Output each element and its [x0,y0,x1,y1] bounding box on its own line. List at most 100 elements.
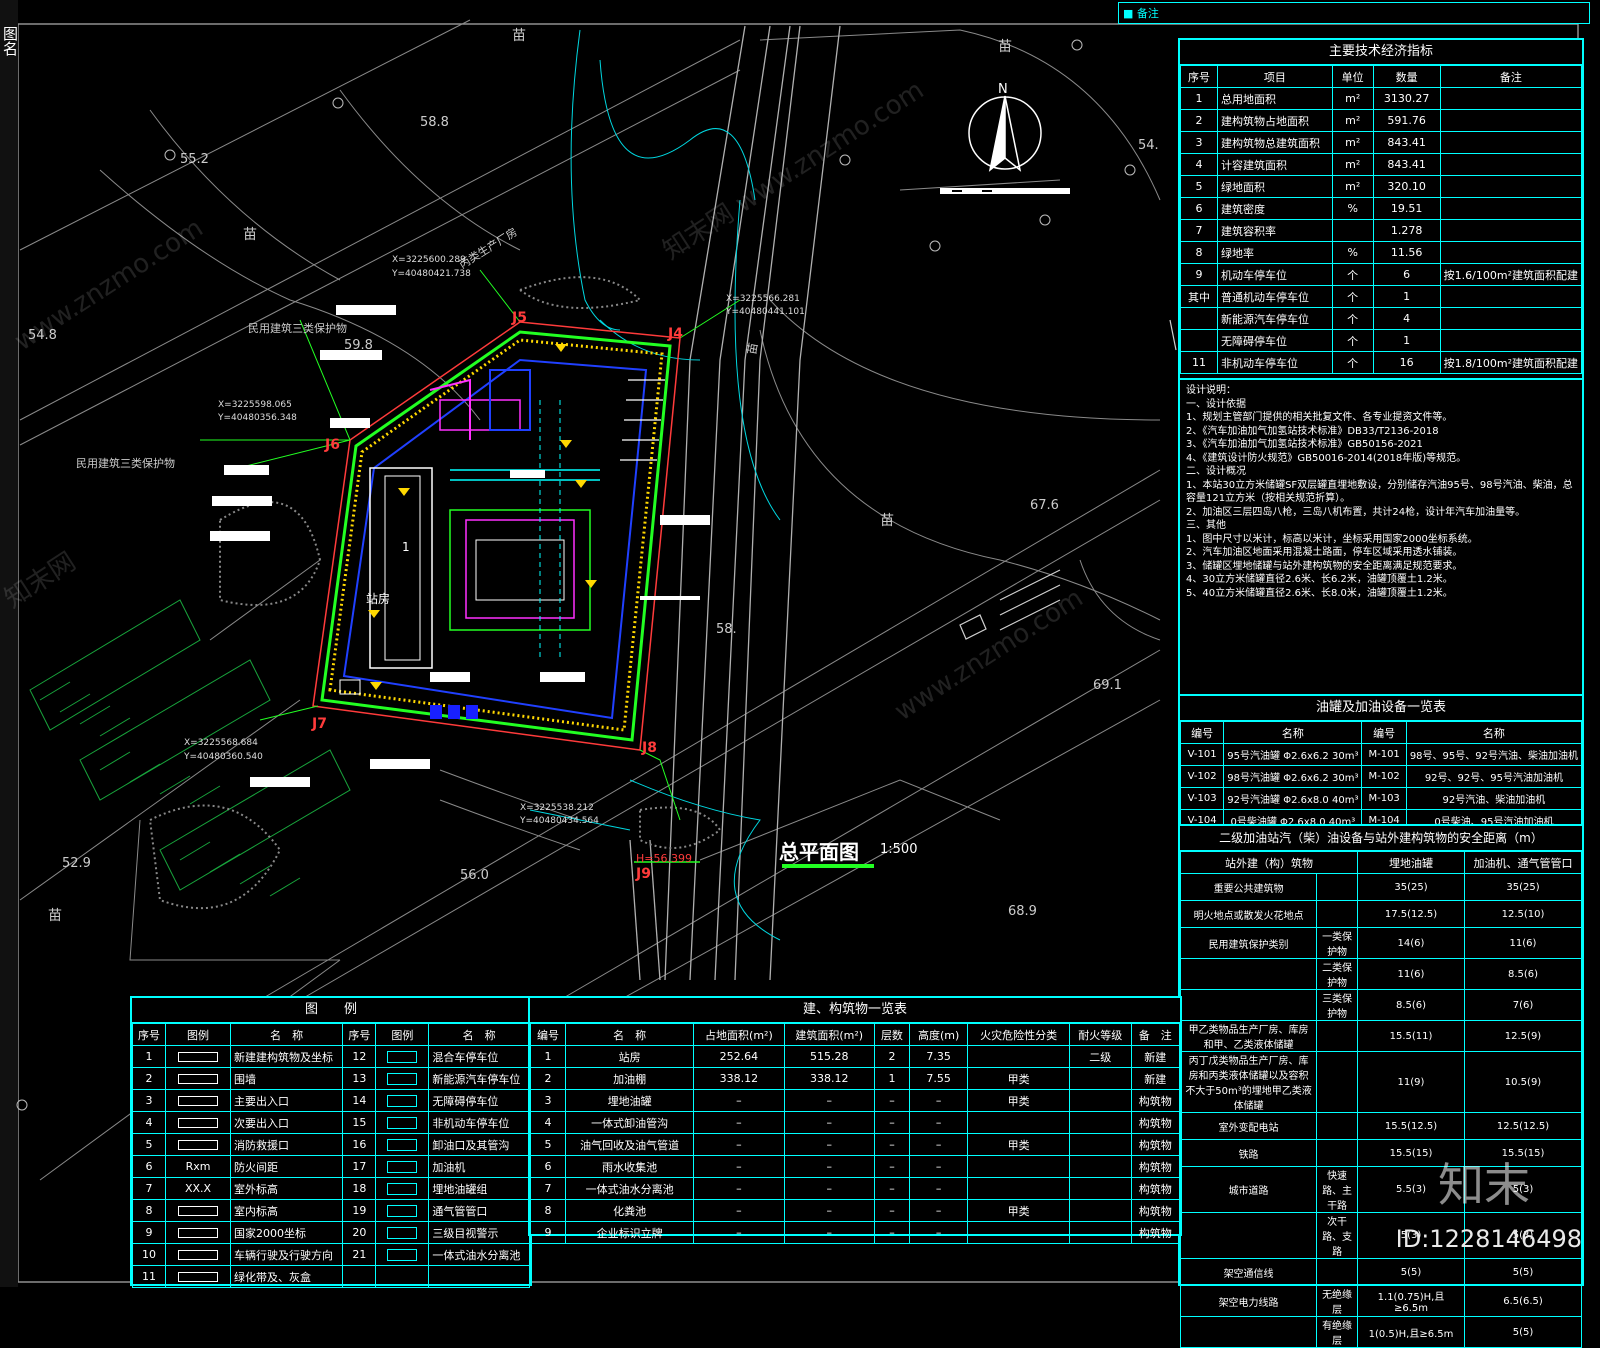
table-cell: 甲类 [967,1067,1070,1090]
elevation-label: 55.2 [180,152,209,167]
note-line: 2、加油区三层四岛八枪，三岛八机布置，共计24枪，设计年汽车加油量等。 [1186,506,1526,518]
design-notes-panel: 设计说明： 一、设计依据 1、规划主管部门提供的相关批复文件、各专业提资文件等。 2… [1178,378,1584,698]
column-header: 高度(m) [908,1023,969,1046]
table-cell [1180,329,1218,352]
left-sheet-label: 图名 [1,26,19,56]
note-line: 三、其他 [1186,520,1226,531]
table-cell: m² [1331,87,1374,110]
table-cell: V-103 [1179,787,1225,810]
table-cell: 11(6) [1357,958,1465,990]
cad-drawing-canvas: ■ 备注 图名 N 总平面图 1:500 站房 1 丙类生产厂房 民用建筑三类保… [0,0,1600,1348]
table-cell: m² [1331,131,1374,154]
table-cell: 2 [132,1067,166,1090]
table-cell [967,1111,1070,1134]
legend-table-body: 1 新建建构筑物及坐标 12 混合车停车位 2 围墙 13 新能源汽车停车位 3 主要出入口 14 无… [132,1045,530,1288]
table-cell: 建筑密度 [1217,197,1333,220]
table-cell: 252.64 [693,1045,785,1068]
table-cell: 快速路、主干路 [1316,1166,1358,1213]
table-header-row: 站外建（构）筑物 埋地油罐 加油机、通气管管口 [1180,851,1582,874]
table-cell: – [873,1111,910,1134]
tank-table-body: V-101 95号汽油罐 Φ2.6x6.2 30m³ M-101 98号、95号、92… [1179,743,1583,832]
column-header: 项目 [1217,65,1333,88]
table-cell: 架空电力线路 [1179,1285,1318,1317]
table-cell: 总用地面积 [1217,87,1333,110]
column-header: 名 称 [229,1023,344,1046]
table-cell: 重要公共建筑物 [1179,873,1318,901]
legend-symbol-icon [375,1265,430,1288]
table-cell: 515.28 [783,1045,875,1068]
table-cell: 按1.6/100m²建筑面积配建 [1439,263,1583,286]
table-cell: 一体式油水分离池 [565,1177,695,1200]
table-cell: 无障碍停车位 [428,1089,530,1112]
note-line: 5、40立方米储罐直径2.6米、长8.0米，油罐顶覆土1.2米。 [1186,587,1453,599]
table-cell: 11(6) [1464,927,1582,959]
table-cell: 甲类 [967,1133,1070,1156]
field-label: 苗 [243,227,257,243]
table-cell: 338.12 [693,1067,785,1090]
table-cell: 15 [342,1111,377,1134]
table-header-row: 编号 名称 编号 名称 [1179,721,1583,744]
table-cell: 加油机 [428,1155,530,1178]
table-cell [967,1155,1070,1178]
coordinate-label: X=3225598.065 [218,400,292,410]
table-cell: 21 [342,1243,377,1266]
field-label: 苗 [998,39,1012,55]
table-cell: 建构筑物总建筑面积 [1217,131,1333,154]
table-cell: 8.5(6) [1357,989,1465,1021]
table-cell: 1.1(0.75)H,且≥6.5m [1357,1285,1465,1317]
image-id: ID:1228146498 [1395,1225,1582,1253]
table-cell: 绿地率 [1217,241,1333,264]
column-header: 图例 [375,1023,430,1046]
table-cell: 构筑物 [1130,1111,1181,1134]
table-cell: 构筑物 [1130,1155,1181,1178]
column-header: 建筑面积(m²) [783,1023,875,1046]
column-header: 占地面积(m²) [693,1023,785,1046]
table-cell: 17.5(12.5) [1357,900,1465,928]
table-row: 7 XX.X 室外标高 18 埋地油罐组 [132,1177,530,1200]
legend-title: 图 例 [132,998,530,1023]
table-cell: – [783,1155,875,1178]
column-header: 层数 [873,1023,910,1046]
table-cell: 1 [873,1067,910,1090]
table-row: 11 非机动车停车位个 16 按1.8/100m²建筑面积配建 [1180,351,1583,374]
table-cell: 绿化带及、灰盒 [229,1265,344,1288]
table-row: V-101 95号汽油罐 Φ2.6x6.2 30m³ M-101 98号、95号、92… [1179,743,1583,766]
table-cell [967,1045,1070,1068]
column-header: 编号 [1179,721,1225,744]
table-cell: 个 [1331,351,1374,374]
corner-label: J7 [312,716,327,732]
legend-symbol-icon: XX.X [165,1177,231,1200]
table-cell: 建构筑物占地面积 [1217,109,1333,132]
table-cell: 2 [873,1045,910,1068]
table-row: 有绝缘层 1(0.5)H,且≥6.5m 5(5) [1179,1316,1582,1348]
table-cell: 338.12 [783,1067,875,1090]
table-cell: m² [1331,153,1374,176]
column-header: 名称 [1223,721,1363,744]
table-cell [1068,1177,1132,1200]
table-row: 7 一体式油水分离池 – – – – 构筑物 [529,1177,1181,1200]
table-cell: 16 [342,1133,377,1156]
note-line: 3、《汽车加油加气加氢站技术标准》GB50156-2021 [1186,439,1423,450]
table-cell: 6 [529,1155,567,1178]
table-cell: V-101 [1179,743,1225,766]
bldg-table-body: 1 站房 252.64 515.28 2 7.35 二级 新建 2 加油棚 338.12 338.12… [529,1045,1181,1244]
safety-distance-panel: 二级加油站汽（柴）油设备与站外建构筑物的安全距离（m） 站外建（构）筑物 埋地油… [1178,824,1584,1348]
table-cell [1316,1258,1358,1286]
table-cell: 8 [529,1199,567,1222]
table-row: 9 国家2000坐标 20 三级目视警示 [132,1221,530,1244]
table-cell [1068,1133,1132,1156]
table-cell: 7 [529,1177,567,1200]
table-cell: 35(25) [1357,873,1465,901]
table-row: 架空电力线路 无绝缘层 1.1(0.75)H,且≥6.5m 6.5(6.5) [1179,1285,1582,1317]
table-cell: 有绝缘层 [1316,1316,1358,1348]
table-cell [1439,219,1583,242]
table-row: 8 绿地率% 11.56 [1180,241,1583,264]
table-cell [1439,109,1583,132]
table-cell: 一类保护物 [1316,927,1358,959]
table-cell: 埋地油罐 [565,1089,695,1112]
table-row: 5 油气回收及油气管道 – – – – 甲类 构筑物 [529,1133,1181,1156]
table-row: 室外变配电站 15.5(12.5) 12.5(12.5) [1179,1112,1582,1140]
table-cell: 新能源汽车停车位 [1217,307,1333,330]
table-cell: % [1331,241,1374,264]
table-cell: 11 [1180,351,1218,374]
